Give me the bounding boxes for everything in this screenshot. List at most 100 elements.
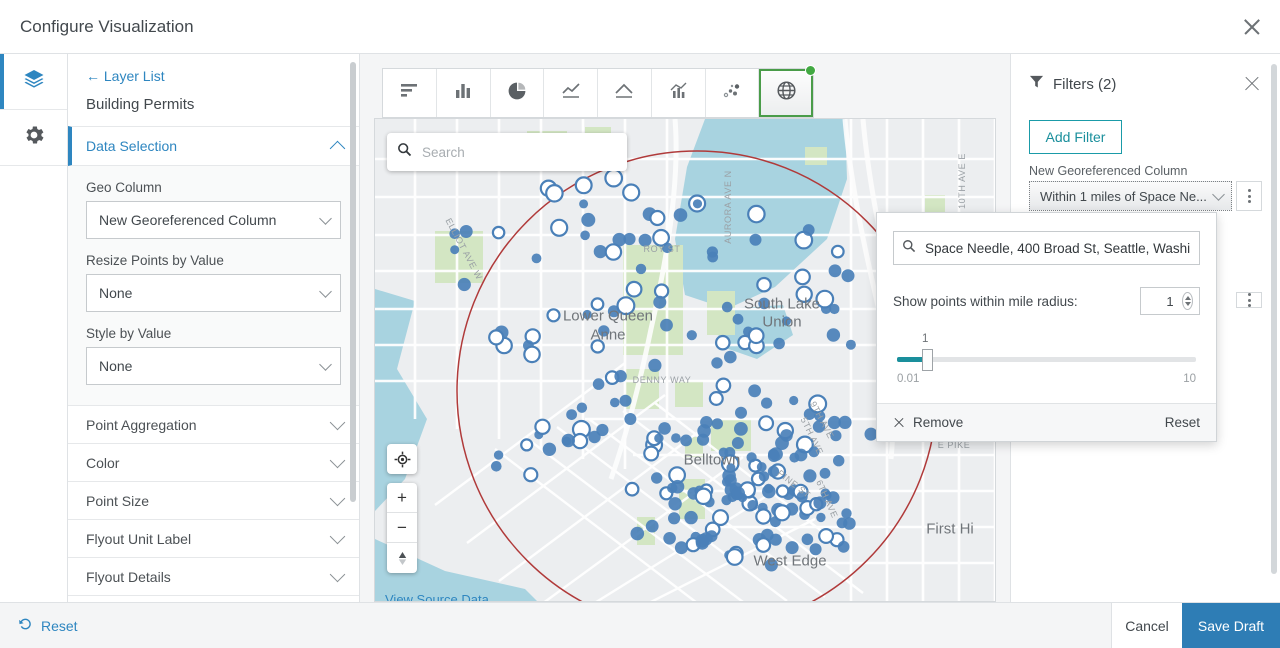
map-point[interactable] [605, 170, 622, 187]
map-point[interactable] [777, 485, 788, 496]
locate-control[interactable] [387, 444, 417, 474]
map-point[interactable] [803, 469, 816, 482]
map-point[interactable] [749, 328, 764, 343]
map-point[interactable] [757, 462, 767, 472]
map-point[interactable] [680, 435, 692, 447]
map-point[interactable] [821, 488, 831, 498]
back-to-layer-list-link[interactable]: ← Layer List [86, 68, 341, 84]
chart-type-bar[interactable] [383, 69, 437, 117]
map-point[interactable] [765, 559, 778, 572]
map-point[interactable] [662, 243, 673, 254]
map-point[interactable] [573, 434, 587, 448]
map-point[interactable] [750, 234, 762, 246]
map-point[interactable] [758, 298, 770, 310]
map-point[interactable] [696, 489, 711, 504]
map-point[interactable] [655, 285, 668, 298]
reset-filter-button[interactable]: Reset [1165, 415, 1200, 430]
map-point[interactable] [624, 413, 636, 425]
map-point[interactable] [768, 450, 780, 462]
map-point[interactable] [816, 513, 825, 522]
map-point[interactable] [491, 461, 502, 472]
map-point[interactable] [820, 468, 831, 479]
map-point[interactable] [710, 392, 723, 405]
map-point[interactable] [596, 424, 608, 436]
map-point[interactable] [795, 449, 808, 462]
view-source-data-link[interactable]: View Source Data [385, 592, 489, 601]
slider-thumb[interactable] [922, 349, 933, 371]
section-flyout-unit-label[interactable]: Flyout Unit Label [68, 520, 359, 558]
map-point[interactable] [711, 357, 722, 368]
rail-item-layers[interactable] [0, 54, 67, 110]
map-point[interactable] [667, 483, 677, 493]
save-draft-button[interactable]: Save Draft [1182, 603, 1280, 648]
section-flyout-details[interactable]: Flyout Details [68, 558, 359, 596]
map-point[interactable] [449, 228, 460, 239]
map-point[interactable] [623, 185, 639, 201]
map-point[interactable] [813, 496, 826, 509]
map-point[interactable] [566, 409, 577, 420]
map-point[interactable] [732, 437, 744, 449]
map-point[interactable] [813, 420, 825, 432]
map-point[interactable] [580, 231, 590, 241]
map-point[interactable] [521, 439, 532, 450]
map-point[interactable] [450, 245, 459, 254]
map-point[interactable] [810, 543, 822, 555]
map-point[interactable] [786, 541, 799, 554]
map-point[interactable] [833, 455, 844, 466]
map-point[interactable] [660, 319, 673, 332]
map-point[interactable] [668, 512, 680, 524]
map-point[interactable] [846, 340, 856, 350]
map-point[interactable] [626, 483, 639, 496]
map-point[interactable] [782, 316, 791, 325]
map-point[interactable] [842, 269, 855, 282]
map-point[interactable] [722, 302, 733, 313]
chart-type-combo[interactable] [652, 69, 706, 117]
map-point[interactable] [707, 252, 718, 263]
map-point[interactable] [593, 378, 605, 390]
radius-stepper[interactable]: 1 [1140, 287, 1200, 315]
map-point[interactable] [610, 398, 620, 408]
chart-type-line[interactable] [544, 69, 598, 117]
map-point[interactable] [780, 429, 793, 442]
resize-points-select[interactable]: None [86, 274, 341, 312]
zoom-out-button[interactable]: − [387, 513, 417, 543]
locate-button[interactable] [387, 444, 417, 474]
map-point[interactable] [803, 224, 815, 236]
map-point[interactable] [675, 541, 688, 554]
map-point[interactable] [747, 452, 757, 462]
section-data-selection[interactable]: Data Selection [68, 126, 359, 166]
map-point[interactable] [734, 422, 748, 436]
map-point[interactable] [581, 213, 595, 227]
map-point[interactable] [748, 384, 761, 397]
map-point[interactable] [724, 351, 737, 364]
map-point[interactable] [614, 370, 626, 382]
map-point[interactable] [687, 330, 697, 340]
stepper-arrows-icon[interactable] [1182, 292, 1193, 310]
map-point[interactable] [576, 177, 592, 193]
map-point[interactable] [797, 491, 808, 502]
map-point[interactable] [757, 538, 771, 552]
map-point[interactable] [631, 527, 645, 541]
map-point[interactable] [713, 510, 728, 525]
map-point[interactable] [623, 233, 635, 245]
map-point[interactable] [618, 297, 635, 314]
map-point[interactable] [731, 487, 745, 501]
map-point[interactable] [663, 532, 676, 545]
map-point[interactable] [829, 264, 842, 277]
map-point[interactable] [577, 403, 587, 413]
geo-column-select[interactable]: New Georeferenced Column [86, 201, 341, 239]
map-point[interactable] [759, 471, 769, 481]
map-point[interactable] [644, 447, 658, 461]
map-point[interactable] [802, 534, 814, 546]
map-point[interactable] [668, 497, 681, 510]
map-point[interactable] [716, 336, 729, 349]
map-point[interactable] [653, 296, 666, 309]
map-point[interactable] [773, 338, 785, 350]
map-point[interactable] [627, 282, 642, 297]
map-point[interactable] [764, 484, 774, 494]
map-point[interactable] [756, 509, 770, 523]
map-point[interactable] [717, 379, 731, 393]
map-point[interactable] [592, 340, 604, 352]
map-point[interactable] [819, 529, 833, 543]
map-point[interactable] [712, 418, 723, 429]
